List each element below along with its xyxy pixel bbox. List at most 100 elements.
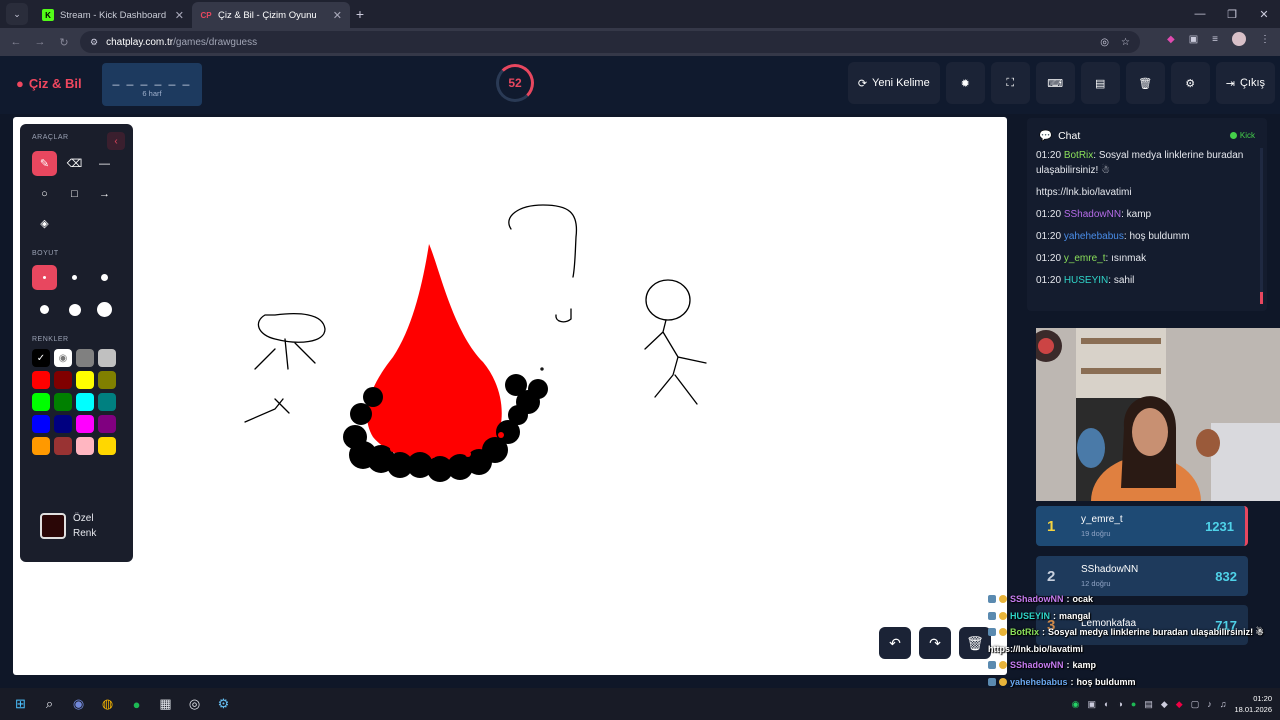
color-swatch[interactable] <box>32 437 50 455</box>
eye-off-icon[interactable]: ◎ <box>1100 37 1109 48</box>
custom-color-swatch[interactable] <box>40 513 66 539</box>
delete-button[interactable]: 🗑 <box>1125 62 1165 104</box>
tray-icon[interactable]: ◑ <box>1117 699 1122 709</box>
eraser-tool[interactable]: ⌫ <box>62 151 87 176</box>
color-swatch[interactable] <box>76 415 94 433</box>
close-window-icon[interactable]: ✕ <box>1248 0 1280 28</box>
redo-button[interactable]: ↷ <box>919 627 951 659</box>
keyboard-button[interactable]: ⌨ <box>1035 62 1075 104</box>
new-word-button[interactable]: ⟳ Yeni Kelime <box>847 62 940 104</box>
fullscreen-button[interactable]: ⛶ <box>990 62 1030 104</box>
settings-button[interactable]: ⚙ <box>1170 62 1210 104</box>
chat-scrollbar[interactable] <box>1260 148 1263 304</box>
search-icon[interactable]: ⌕ <box>35 688 64 720</box>
close-tab-icon[interactable]: ✕ <box>333 9 342 22</box>
windows-start-icon[interactable]: ⊞ <box>6 688 35 720</box>
forward-icon[interactable]: → <box>28 30 52 54</box>
browser-menu-icon[interactable]: ⋮ <box>1260 34 1270 45</box>
arrow-right-icon: → <box>99 187 110 200</box>
puzzle-icon[interactable]: ▣ <box>1189 34 1198 45</box>
fill-tool[interactable]: ◈ <box>32 211 57 236</box>
color-swatch[interactable] <box>76 437 94 455</box>
trash-icon: 🗑 <box>1138 77 1153 90</box>
minimize-icon[interactable]: — <box>1184 0 1216 28</box>
color-swatch[interactable]: ◉ <box>54 349 72 367</box>
color-swatch[interactable] <box>32 371 50 389</box>
custom-color[interactable]: Özel Renk <box>40 511 107 541</box>
chat-username[interactable]: yahehebabus <box>1064 231 1124 242</box>
chat-username[interactable]: y_emre_t <box>1064 253 1106 264</box>
site-info-icon[interactable]: ⚙ <box>90 37 98 48</box>
size-6[interactable] <box>92 297 117 322</box>
restore-icon[interactable]: ❐ <box>1216 0 1248 28</box>
profile-avatar[interactable] <box>1232 32 1246 46</box>
color-swatch[interactable] <box>98 393 116 411</box>
tab-kick-dashboard[interactable]: K Stream - Kick Dashboard ✕ <box>34 2 192 28</box>
color-swatch[interactable] <box>32 415 50 433</box>
size-1[interactable] <box>32 265 57 290</box>
chat-username[interactable]: SShadowNN <box>1064 209 1121 220</box>
color-swatch[interactable] <box>54 437 72 455</box>
whatsapp-icon[interactable]: ◉ <box>1072 699 1080 710</box>
back-icon[interactable]: ← <box>4 30 28 54</box>
color-swatch[interactable] <box>54 393 72 411</box>
reading-list-icon[interactable]: ≡ <box>1212 34 1218 45</box>
tab-search-button[interactable]: ⌄ <box>6 3 28 25</box>
color-swatch[interactable] <box>98 371 116 389</box>
new-tab-button[interactable]: + <box>350 4 370 24</box>
sun-icon: ✹ <box>960 77 970 90</box>
tray-spotify-icon[interactable]: ● <box>1131 699 1136 709</box>
color-swatch[interactable] <box>98 437 116 455</box>
undo-button[interactable]: ↶ <box>879 627 911 659</box>
line-tool[interactable]: — <box>92 151 117 176</box>
chat-username[interactable]: HUSEYIN <box>1064 275 1108 286</box>
rectangle-tool[interactable]: □ <box>62 181 87 206</box>
theme-button[interactable]: ✹ <box>945 62 985 104</box>
extension-icon[interactable]: ◆ <box>1167 34 1175 45</box>
chrome-icon[interactable]: ◍ <box>93 688 122 720</box>
tray-icon[interactable]: ▤ <box>1144 699 1153 710</box>
chat-username[interactable]: BotRix <box>1064 150 1093 161</box>
color-swatch[interactable] <box>32 393 50 411</box>
drawing-canvas[interactable] <box>13 117 1007 675</box>
bookmark-star-icon[interactable]: ☆ <box>1121 37 1130 48</box>
close-tab-icon[interactable]: ✕ <box>175 9 184 22</box>
clear-canvas-button[interactable]: 🗑 <box>959 627 991 659</box>
pen-tool[interactable]: ✎ <box>32 151 57 176</box>
color-swatch[interactable] <box>98 415 116 433</box>
size-5[interactable] <box>62 297 87 322</box>
size-3[interactable] <box>92 265 117 290</box>
size-4[interactable] <box>32 297 57 322</box>
clock[interactable]: 01:20 18.01.2026 <box>1234 693 1272 715</box>
collapse-tools-button[interactable]: ‹ <box>107 132 125 150</box>
archive-button[interactable]: ▤ <box>1080 62 1120 104</box>
volume-icon[interactable]: ♫ <box>1220 699 1227 709</box>
circle-tool[interactable]: ○ <box>32 181 57 206</box>
color-swatch[interactable] <box>76 371 94 389</box>
tray-icon[interactable]: ▢ <box>1191 699 1200 710</box>
tray-icon[interactable]: ◆ <box>1176 699 1183 710</box>
color-swatch[interactable] <box>54 371 72 389</box>
arrow-tool[interactable]: → <box>92 181 117 206</box>
color-swatch[interactable] <box>54 415 72 433</box>
tray-icon[interactable]: ▣ <box>1088 699 1097 710</box>
platform-label: Kick <box>1239 131 1255 140</box>
app-icon[interactable]: ▦ <box>151 688 180 720</box>
reload-icon[interactable]: ↻ <box>52 30 76 54</box>
tray-icon[interactable]: ◆ <box>1161 699 1168 710</box>
spotify-icon[interactable]: ● <box>122 688 151 720</box>
color-swatch[interactable] <box>76 393 94 411</box>
app-logo[interactable]: ● Çiz & Bil <box>16 76 82 91</box>
color-swatch[interactable] <box>76 349 94 367</box>
url-bar[interactable]: ⚙ chatplay.com.tr/games/drawguess ◎ ☆ <box>80 31 1140 53</box>
exit-button[interactable]: ⇥ Çıkış <box>1215 62 1275 104</box>
tray-icon[interactable]: ◐ <box>1104 699 1109 709</box>
microphone-icon[interactable]: ♪ <box>1207 699 1212 709</box>
color-swatch[interactable] <box>98 349 116 367</box>
tab-ciz-bil[interactable]: CP Çiz & Bil - Çizim Oyunu ✕ <box>192 2 350 28</box>
discord-icon[interactable]: ◉ <box>64 688 93 720</box>
steam-icon[interactable]: ⚙ <box>209 688 238 720</box>
size-2[interactable] <box>62 265 87 290</box>
color-swatch[interactable]: ✓ <box>32 349 50 367</box>
obs-icon[interactable]: ◎ <box>180 688 209 720</box>
